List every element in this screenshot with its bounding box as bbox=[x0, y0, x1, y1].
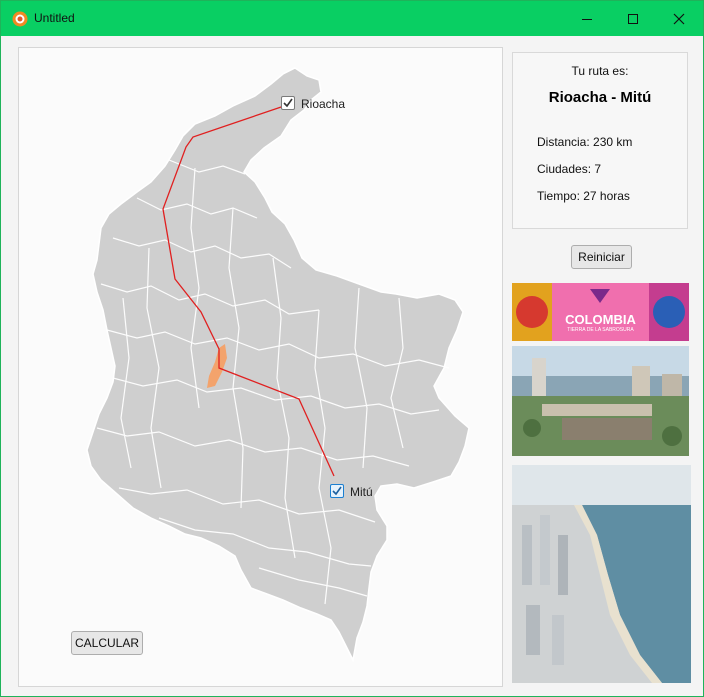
distance-text: Distancia: 230 km bbox=[537, 135, 633, 149]
minimize-icon bbox=[582, 18, 592, 20]
banner-subtitle: TIERRA DE LA SABROSURA bbox=[567, 327, 634, 333]
checkmark-icon bbox=[283, 98, 293, 108]
app-window: Untitled Rioacha Mitú CALCULAR Tu ruta e… bbox=[0, 0, 704, 697]
close-icon bbox=[673, 13, 685, 24]
route-heading: Tu ruta es: bbox=[571, 64, 629, 78]
banner-title: COLOMBIA bbox=[565, 312, 636, 327]
route-info-panel: Tu ruta es: Rioacha - Mitú Distancia: 23… bbox=[512, 52, 688, 229]
cities-text: Ciudades: 7 bbox=[537, 162, 602, 176]
calculate-button[interactable]: CALCULAR bbox=[71, 631, 143, 655]
reset-button[interactable]: Reiniciar bbox=[571, 245, 632, 269]
origin-checkbox[interactable] bbox=[281, 96, 295, 110]
colombia-banner-image: COLOMBIA TIERRA DE LA SABROSURA bbox=[512, 283, 689, 341]
destination-city-label: Mitú bbox=[350, 485, 373, 499]
checkmark-icon bbox=[332, 486, 342, 496]
coast-photo-graphic bbox=[512, 465, 691, 683]
map-panel: Rioacha Mitú CALCULAR bbox=[18, 47, 503, 687]
maximize-button[interactable] bbox=[610, 1, 656, 36]
origin-city-label: Rioacha bbox=[301, 97, 346, 111]
city-photo-graphic bbox=[512, 346, 689, 456]
destination-checkbox[interactable] bbox=[330, 484, 344, 498]
close-button[interactable] bbox=[656, 1, 702, 36]
title-bar[interactable]: Untitled bbox=[1, 1, 703, 36]
colombia-map[interactable] bbox=[19, 48, 502, 686]
window-title: Untitled bbox=[34, 11, 75, 25]
time-text: Tiempo: 27 horas bbox=[537, 189, 630, 203]
city-photo-image bbox=[512, 346, 689, 456]
coast-photo-image bbox=[512, 465, 691, 683]
route-title: Rioacha - Mitú bbox=[548, 89, 652, 106]
app-icon bbox=[12, 11, 28, 27]
maximize-icon bbox=[628, 13, 638, 24]
minimize-button[interactable] bbox=[564, 1, 610, 36]
